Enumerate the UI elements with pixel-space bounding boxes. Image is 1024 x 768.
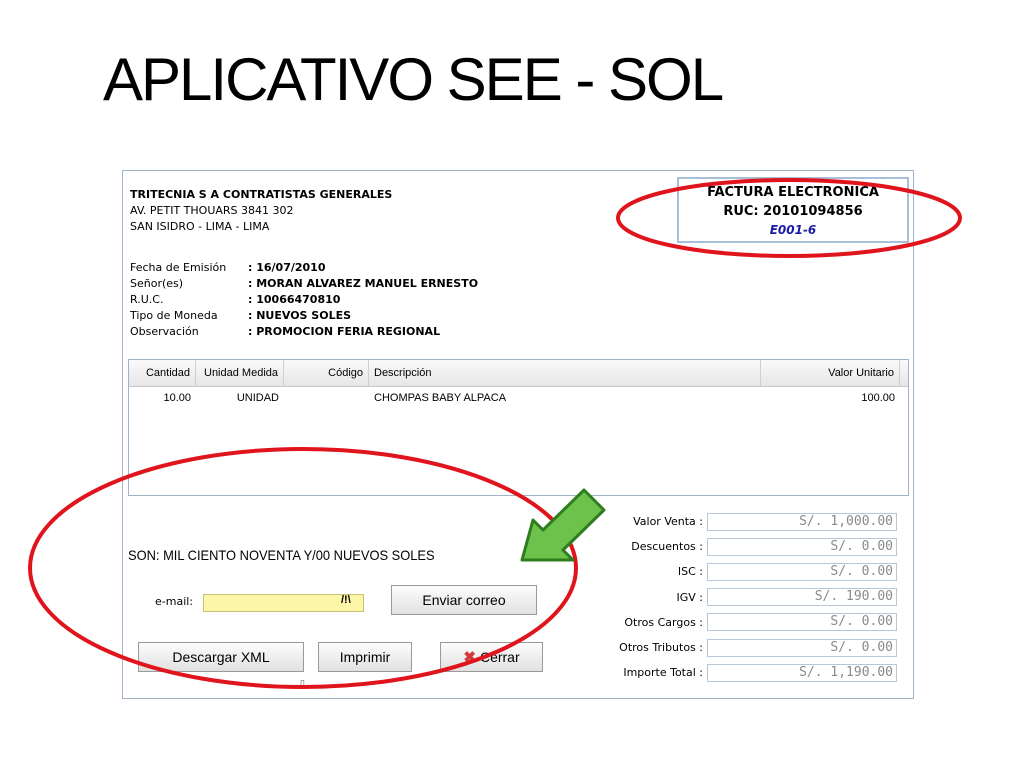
- total-row: Otros Tributos : S/. 0.00: [593, 635, 897, 660]
- total-value: S/. 0.00: [707, 537, 897, 556]
- company-address-2: SAN ISIDRO - LIMA - LIMA: [130, 220, 270, 233]
- send-email-label: Enviar correo: [422, 592, 506, 608]
- total-row: Otros Cargos : S/. 0.00: [593, 610, 897, 635]
- email-label: e-mail:: [155, 595, 194, 608]
- send-email-button[interactable]: Enviar correo: [391, 585, 537, 615]
- document-number: E001-6: [769, 223, 817, 237]
- meta-label: Observación: [130, 325, 199, 338]
- print-button[interactable]: Imprimir: [318, 642, 412, 672]
- meta-row: Señor(es) : MORAN ALVAREZ MANUEL ERNESTO: [130, 277, 478, 293]
- small-marker: ▯: [300, 678, 305, 688]
- meta-value: : 10066470810: [248, 293, 341, 306]
- table-row[interactable]: 10.00 UNIDAD CHOMPAS BABY ALPACA 100.00: [129, 387, 908, 409]
- meta-row: Observación : PROMOCION FERIA REGIONAL: [130, 325, 478, 341]
- items-table: Cantidad Unidad Medida Código Descripció…: [128, 359, 909, 496]
- total-value: S/. 1,190.00: [707, 663, 897, 682]
- document-header-box: FACTURA ELECTRONICA RUC: 20101094856 E00…: [677, 177, 909, 243]
- column-header-codigo[interactable]: Código: [284, 360, 369, 386]
- close-label: Cerrar: [479, 649, 520, 665]
- total-row: IGV : S/. 190.00: [593, 585, 897, 610]
- total-row: Importe Total : S/. 1,190.00: [593, 660, 897, 685]
- meta-value: : 16/07/2010: [248, 261, 326, 274]
- total-label: ISC :: [677, 565, 703, 579]
- totals-block: Valor Venta : S/. 1,000.00 Descuentos : S/…: [593, 509, 897, 685]
- meta-row: Fecha de Emisión : 16/07/2010: [130, 261, 478, 277]
- meta-row: R.U.C. : 10066470810: [130, 293, 478, 309]
- download-xml-label: Descargar XML: [172, 649, 270, 665]
- table-cell: 10.00: [163, 392, 191, 404]
- invoice-meta: Fecha de Emisión : 16/07/2010 Señor(es) : …: [130, 261, 478, 341]
- meta-value: : PROMOCION FERIA REGIONAL: [248, 325, 441, 338]
- meta-label: R.U.C.: [130, 293, 164, 306]
- total-value: S/. 0.00: [707, 562, 897, 581]
- amount-in-words: SON: MIL CIENTO NOVENTA Y/00 NUEVOS SOLE…: [128, 547, 435, 563]
- column-header-valor-unitario[interactable]: Valor Unitario: [761, 360, 900, 386]
- company-block: TRITECNIA S A CONTRATISTAS GENERALES AV.…: [130, 187, 392, 235]
- total-label: Descuentos :: [631, 540, 703, 554]
- slide-title: APLICATIVO SEE - SOL: [103, 46, 724, 113]
- total-row: ISC : S/. 0.00: [593, 559, 897, 584]
- total-row: Valor Venta : S/. 1,000.00: [593, 509, 897, 534]
- table-cell: 100.00: [861, 392, 895, 404]
- invoice-panel: TRITECNIA S A CONTRATISTAS GENERALES AV.…: [122, 170, 914, 699]
- table-cell: [284, 387, 369, 409]
- document-ruc: RUC: 20101094856: [723, 204, 863, 219]
- print-label: Imprimir: [339, 649, 391, 665]
- close-button[interactable]: ✖ Cerrar: [440, 642, 543, 672]
- total-value: S/. 0.00: [707, 638, 897, 657]
- warning-icon: /!\: [341, 594, 351, 606]
- download-xml-button[interactable]: Descargar XML: [138, 642, 304, 672]
- table-cell: UNIDAD: [236, 392, 279, 404]
- company-name: TRITECNIA S A CONTRATISTAS GENERALES: [130, 188, 393, 201]
- column-header-unidad[interactable]: Unidad Medida: [196, 360, 284, 386]
- total-label: Importe Total :: [623, 666, 703, 680]
- table-cell: CHOMPAS BABY ALPACA: [374, 392, 507, 404]
- total-value: S/. 190.00: [707, 588, 897, 607]
- total-row: Descuentos : S/. 0.00: [593, 534, 897, 559]
- meta-label: Tipo de Moneda: [130, 309, 218, 322]
- company-address-1: AV. PETIT THOUARS 3841 302: [130, 204, 294, 217]
- total-label: Otros Tributos :: [619, 641, 703, 655]
- total-value: S/. 0.00: [707, 613, 897, 632]
- close-icon: ✖: [463, 649, 476, 666]
- total-label: IGV :: [676, 590, 704, 604]
- document-type: FACTURA ELECTRONICA: [707, 185, 879, 200]
- total-label: Valor Venta :: [633, 515, 703, 529]
- meta-label: Señor(es): [130, 277, 184, 290]
- column-header-descripcion[interactable]: Descripción: [369, 360, 761, 386]
- table-header: Cantidad Unidad Medida Código Descripció…: [129, 360, 908, 387]
- total-label: Otros Cargos :: [624, 615, 703, 629]
- meta-value: : NUEVOS SOLES: [248, 309, 352, 322]
- email-input[interactable]: [203, 594, 364, 612]
- meta-value: : MORAN ALVAREZ MANUEL ERNESTO: [248, 277, 479, 290]
- total-value: S/. 1,000.00: [707, 512, 897, 531]
- column-header-cantidad[interactable]: Cantidad: [129, 360, 196, 386]
- meta-label: Fecha de Emisión: [130, 261, 227, 274]
- meta-row: Tipo de Moneda : NUEVOS SOLES: [130, 309, 478, 325]
